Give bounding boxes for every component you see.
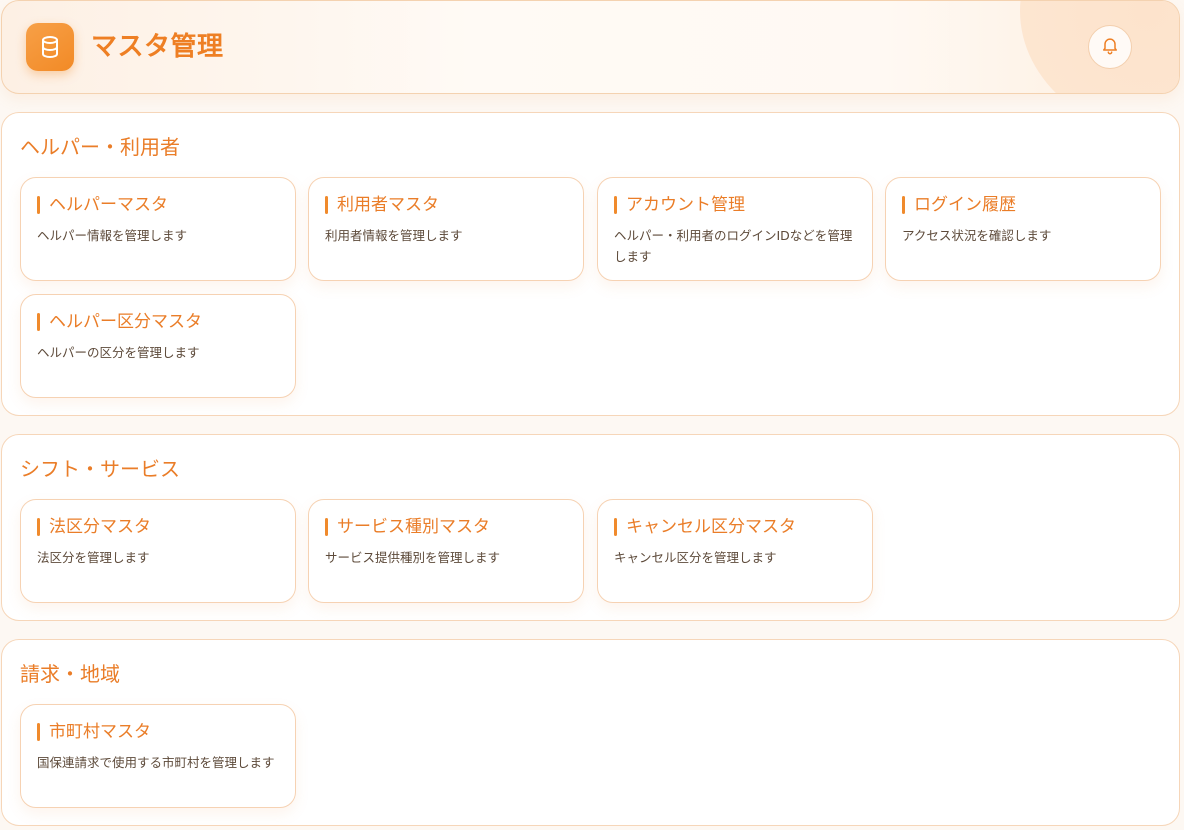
card-description: サービス提供種別を管理します — [325, 550, 501, 565]
card-title: キャンセル区分マスタ — [626, 517, 796, 537]
card-description: キャンセル区分を管理します — [614, 550, 777, 565]
database-icon — [26, 23, 74, 71]
accent-bar — [325, 518, 328, 536]
card-title: サービス種別マスタ — [337, 517, 490, 537]
card-municipality-master[interactable]: 市町村マスタ 国保連請求で使用する市町村を管理します — [20, 704, 296, 808]
accent-bar — [614, 196, 617, 214]
section-shift-service: シフト・サービス 法区分マスタ 法区分を管理します サービス種別マスタ サービス… — [1, 434, 1180, 621]
card-title: ヘルパー区分マスタ — [49, 312, 202, 332]
card-description: アクセス状況を確認します — [902, 228, 1052, 243]
section-title: 請求・地域 — [20, 662, 120, 686]
card-title: 利用者マスタ — [337, 195, 439, 215]
card-title: ログイン履歴 — [914, 195, 1016, 215]
section-title: シフト・サービス — [20, 457, 180, 481]
card-title: ヘルパーマスタ — [49, 195, 168, 215]
card-description: 利用者情報を管理します — [325, 228, 463, 243]
card-service-type-master[interactable]: サービス種別マスタ サービス提供種別を管理します — [308, 499, 584, 603]
accent-bar — [902, 196, 905, 214]
accent-bar — [37, 313, 40, 331]
card-legal-category-master[interactable]: 法区分マスタ 法区分を管理します — [20, 499, 296, 603]
card-title: アカウント管理 — [626, 195, 745, 215]
page-title: マスタ管理 — [91, 32, 224, 62]
master-management-page: マスタ管理 ヘルパー・利用者 ヘルパーマスタ ヘルパー情報を管理します 利用者マ… — [0, 0, 1184, 830]
accent-bar — [37, 518, 40, 536]
card-description: ヘルパー・利用者のログインIDなどを管理します — [614, 228, 853, 264]
section-billing-region: 請求・地域 市町村マスタ 国保連請求で使用する市町村を管理します — [1, 639, 1180, 826]
card-description: 国保連請求で使用する市町村を管理します — [37, 755, 275, 770]
page-header: マスタ管理 — [1, 0, 1180, 94]
accent-bar — [37, 723, 40, 741]
bell-icon — [1100, 35, 1120, 59]
card-title: 市町村マスタ — [49, 722, 151, 742]
card-description: 法区分を管理します — [37, 550, 150, 565]
card-title: 法区分マスタ — [49, 517, 151, 537]
card-login-history[interactable]: ログイン履歴 アクセス状況を確認します — [885, 177, 1161, 281]
accent-bar — [37, 196, 40, 214]
section-helper-user: ヘルパー・利用者 ヘルパーマスタ ヘルパー情報を管理します 利用者マスタ 利用者… — [1, 112, 1180, 416]
card-helper-master[interactable]: ヘルパーマスタ ヘルパー情報を管理します — [20, 177, 296, 281]
notification-button[interactable] — [1088, 25, 1132, 69]
card-user-master[interactable]: 利用者マスタ 利用者情報を管理します — [308, 177, 584, 281]
accent-bar — [614, 518, 617, 536]
card-cancel-category-master[interactable]: キャンセル区分マスタ キャンセル区分を管理します — [597, 499, 873, 603]
accent-bar — [325, 196, 328, 214]
card-description: ヘルパー情報を管理します — [37, 228, 188, 243]
card-helper-category-master[interactable]: ヘルパー区分マスタ ヘルパーの区分を管理します — [20, 294, 296, 398]
card-description: ヘルパーの区分を管理します — [37, 345, 200, 360]
card-account-management[interactable]: アカウント管理 ヘルパー・利用者のログインIDなどを管理します — [597, 177, 873, 281]
section-title: ヘルパー・利用者 — [20, 135, 180, 159]
